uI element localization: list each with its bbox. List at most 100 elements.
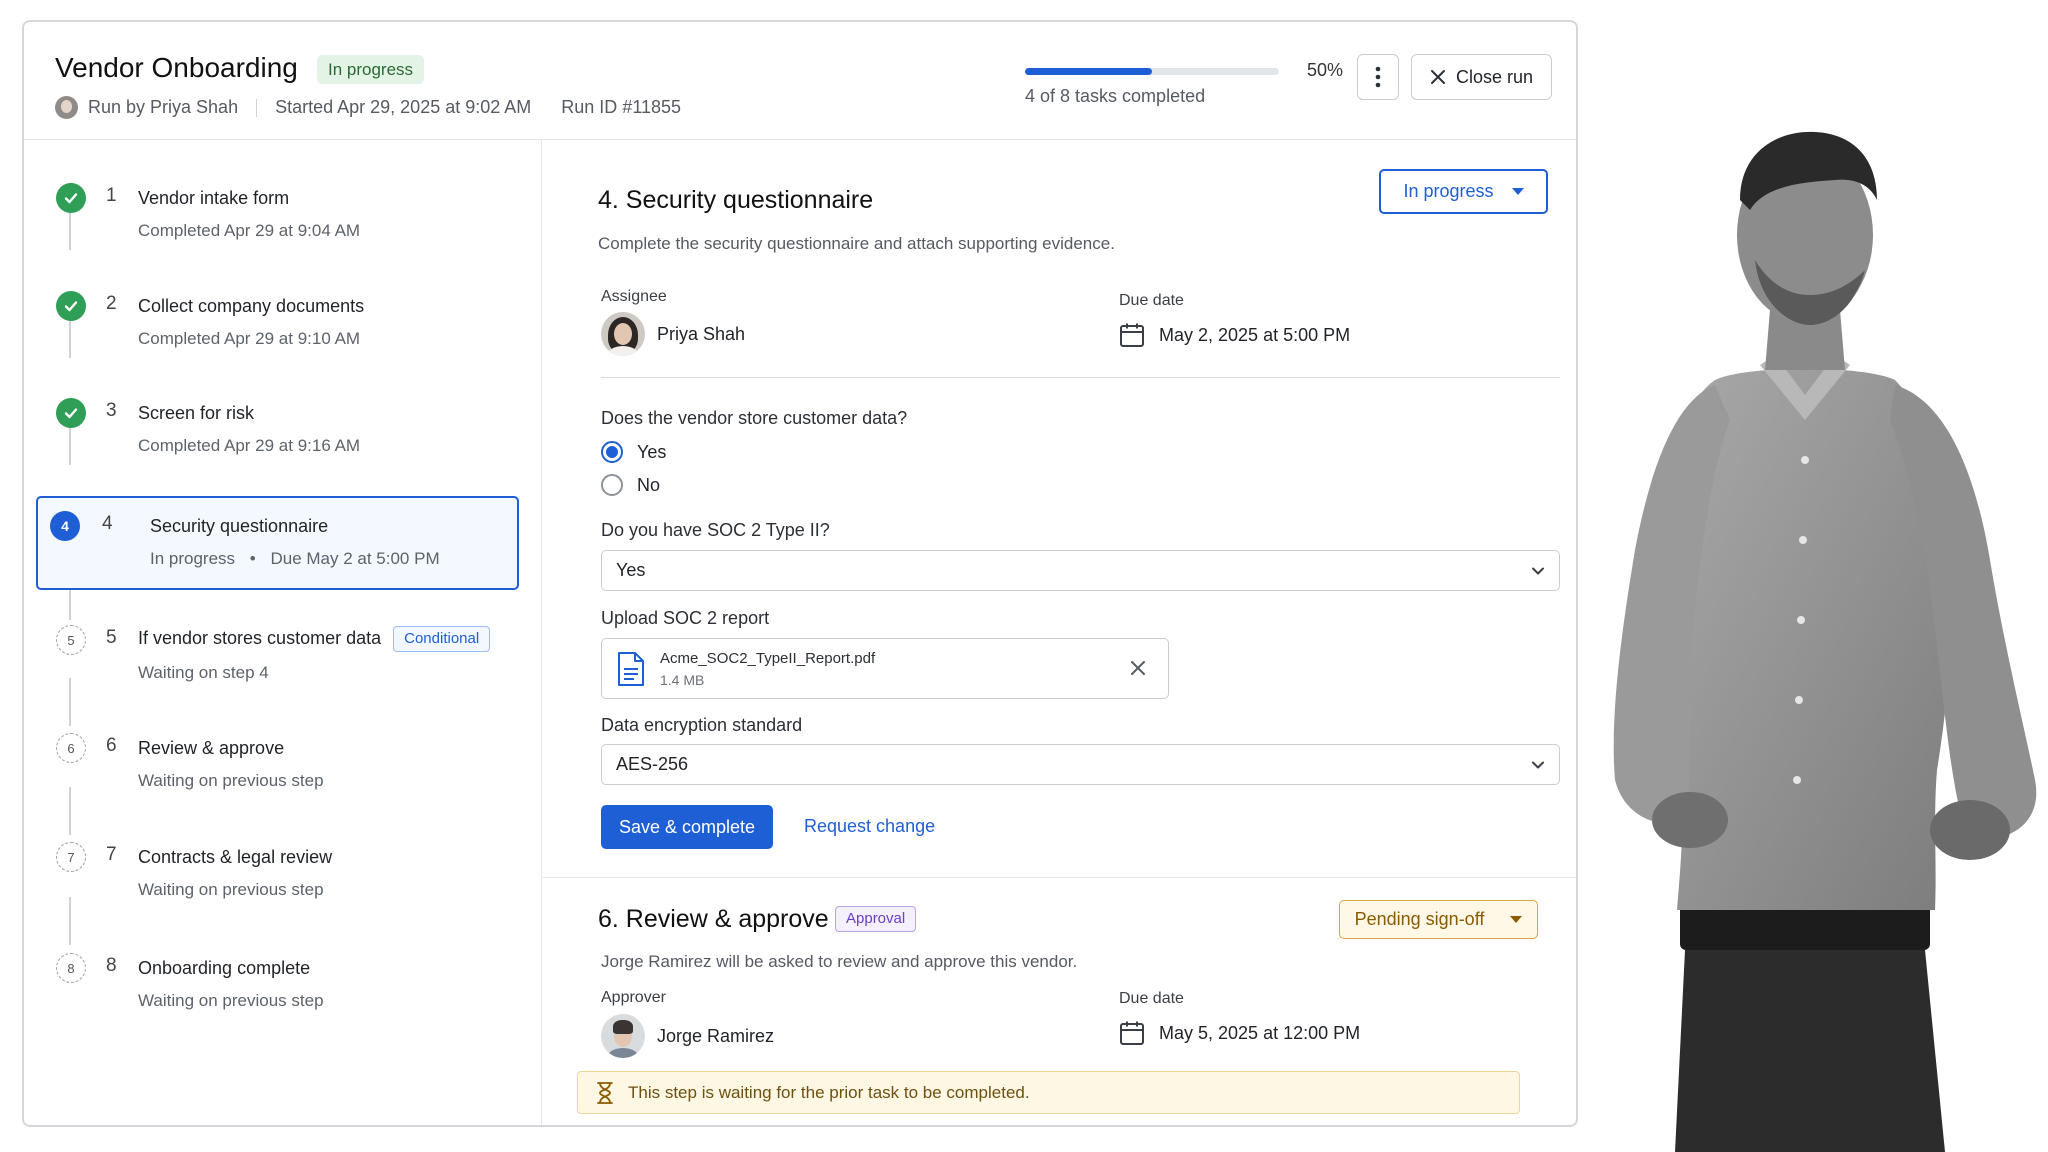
approver-name: Jorge Ramirez xyxy=(657,1025,775,1046)
assignee-label: Assignee xyxy=(601,288,667,305)
encryption-select[interactable]: AES-256 xyxy=(601,744,1560,785)
radio-button[interactable] xyxy=(601,474,623,496)
approval-badge: Approval xyxy=(835,906,917,932)
uploaded-file: Acme_SOC2_TypeII_Report.pdf 1.4 MB xyxy=(601,638,1169,699)
remove-file-icon[interactable] xyxy=(1129,659,1147,677)
step-item[interactable]: 7 7 Contracts & legal review Waiting on … xyxy=(36,829,519,921)
step-item[interactable]: 6 6 Review & approve Waiting on previous… xyxy=(36,720,519,812)
due-date: May 2, 2025 at 5:00 PM xyxy=(1119,322,1350,348)
step-item[interactable]: 8 8 Onboarding complete Waiting on previ… xyxy=(36,940,519,1032)
step-item[interactable]: 3 Screen for risk Completed Apr 29 at 9:… xyxy=(36,385,519,477)
assignee-name: Priya Shah xyxy=(657,323,746,344)
step-name: Collect company documents xyxy=(138,296,365,316)
step-name: Contracts & legal review xyxy=(138,847,333,867)
step-due-text: Due May 2 at 5:00 PM xyxy=(270,549,440,568)
file-size: 1.4 MB xyxy=(660,672,705,688)
step-name: Review & approve xyxy=(138,738,285,758)
step-number: 8 xyxy=(106,955,117,976)
step-status-text: In progress xyxy=(150,549,236,568)
meta-divider xyxy=(256,98,258,117)
more-vertical-icon xyxy=(1375,66,1381,88)
more-options-button[interactable] xyxy=(1357,54,1399,100)
person-photo xyxy=(1613,131,2037,1152)
pending-signoff-dropdown[interactable]: Pending sign-off xyxy=(1339,900,1538,939)
radio-no-label: No xyxy=(637,474,661,495)
step-current-indicator: 4 xyxy=(50,511,80,541)
pending-signoff-value: Pending sign-off xyxy=(1354,909,1485,929)
soc2-select[interactable]: Yes xyxy=(601,550,1560,591)
step-item[interactable]: 5 5 If vendor stores customer data Condit… xyxy=(36,612,519,704)
file-name: Acme_SOC2_TypeII_Report.pdf xyxy=(660,650,876,667)
due-date-label: Due date xyxy=(1119,292,1184,309)
review-due-value: May 5, 2025 at 12:00 PM xyxy=(1159,1022,1361,1043)
step-pending-indicator: 6 xyxy=(56,733,86,763)
document-icon xyxy=(618,652,644,686)
task-title: 4. Security questionnaire xyxy=(598,186,874,214)
step-subtext: Completed Apr 29 at 9:10 AM xyxy=(138,329,361,348)
calendar-icon xyxy=(1120,323,1144,347)
progress-label: 4 of 8 tasks completed xyxy=(1025,86,1206,106)
approver[interactable]: Jorge Ramirez xyxy=(601,1014,774,1058)
soc2-select-value: Yes xyxy=(616,560,646,580)
step-item[interactable]: 2 Collect company documents Completed Ap… xyxy=(36,278,519,370)
step-number: 2 xyxy=(106,293,117,314)
close-run-button[interactable]: Close run xyxy=(1411,54,1552,100)
task-description: Complete the security questionnaire and … xyxy=(598,234,1115,253)
check-icon xyxy=(56,291,86,321)
review-description: Jorge Ramirez will be asked to review an… xyxy=(601,952,1078,971)
radio-yes-label: Yes xyxy=(637,441,667,462)
approver-label: Approver xyxy=(601,989,666,1006)
step-name: Onboarding complete xyxy=(138,958,311,978)
step-number: 1 xyxy=(106,185,117,206)
run-by-text: Run by Priya Shah xyxy=(88,97,239,117)
step-subtext: Completed Apr 29 at 9:04 AM xyxy=(138,221,361,240)
chevron-down-icon xyxy=(1532,567,1544,574)
review-title: 6. Review & approve xyxy=(598,905,829,933)
step-name: Security questionnaire xyxy=(150,516,329,536)
page-title: Vendor Onboarding xyxy=(55,52,298,83)
check-icon xyxy=(56,398,86,428)
save-complete-button[interactable]: Save & complete xyxy=(601,805,773,849)
close-run-label: Close run xyxy=(1455,66,1534,87)
assignee[interactable]: Priya Shah xyxy=(601,312,745,356)
encryption-label: Data encryption standard xyxy=(601,715,803,735)
progress-bar xyxy=(1025,68,1279,75)
task-detail-panel: 4. Security questionnaire In progress Co… xyxy=(543,140,1576,1125)
step-pending-indicator: 5 xyxy=(56,625,86,655)
run-header: Vendor Onboarding In progress Run by Pri… xyxy=(24,22,1576,140)
task-status-dropdown[interactable]: In progress xyxy=(1379,169,1548,214)
request-change-link[interactable]: Request change xyxy=(804,816,935,837)
step-item-current[interactable]: 4 4 Security questionnaire In progress •… xyxy=(36,496,519,590)
step-pending-indicator: 7 xyxy=(56,842,86,872)
section-divider xyxy=(543,877,1576,878)
step-item[interactable]: 1 Vendor intake form Completed Apr 29 at… xyxy=(36,170,519,262)
task-status-value: In progress xyxy=(1403,181,1494,201)
encryption-select-value: AES-256 xyxy=(616,754,689,774)
step-name-row: If vendor stores customer data Conditiona… xyxy=(138,626,491,652)
started-text: Started Apr 29, 2025 at 9:02 AM xyxy=(275,97,532,117)
conditional-badge: Conditional xyxy=(393,626,491,652)
avatar xyxy=(55,96,78,119)
step-name: If vendor stores customer data xyxy=(138,627,382,648)
radio-no[interactable]: No xyxy=(601,474,660,496)
step-subtext: Waiting on previous step xyxy=(138,771,324,790)
status-badge: In progress xyxy=(317,55,425,84)
workflow-run-card: Vendor Onboarding In progress Run by Pri… xyxy=(22,20,1578,1127)
step-number: 7 xyxy=(106,844,117,865)
radio-yes[interactable]: Yes xyxy=(601,441,666,463)
step-name: Vendor intake form xyxy=(138,188,290,208)
step-subtext: Waiting on previous step xyxy=(138,880,324,899)
avatar xyxy=(601,1014,645,1058)
avatar xyxy=(601,312,645,356)
radio-button-selected[interactable] xyxy=(601,441,623,463)
due-date-label: Due date xyxy=(1119,990,1184,1007)
caret-down-icon xyxy=(1510,916,1523,923)
calendar-icon xyxy=(1120,1021,1144,1045)
upload-label: Upload SOC 2 report xyxy=(601,608,770,628)
close-icon xyxy=(1430,70,1445,84)
check-icon xyxy=(56,183,86,213)
question-stores-data: Does the vendor store customer data? xyxy=(601,408,908,428)
step-subtext: Waiting on previous step xyxy=(138,991,324,1010)
step-subtext: In progress • Due May 2 at 5:00 PM xyxy=(150,549,440,569)
caret-down-icon xyxy=(1511,188,1524,195)
